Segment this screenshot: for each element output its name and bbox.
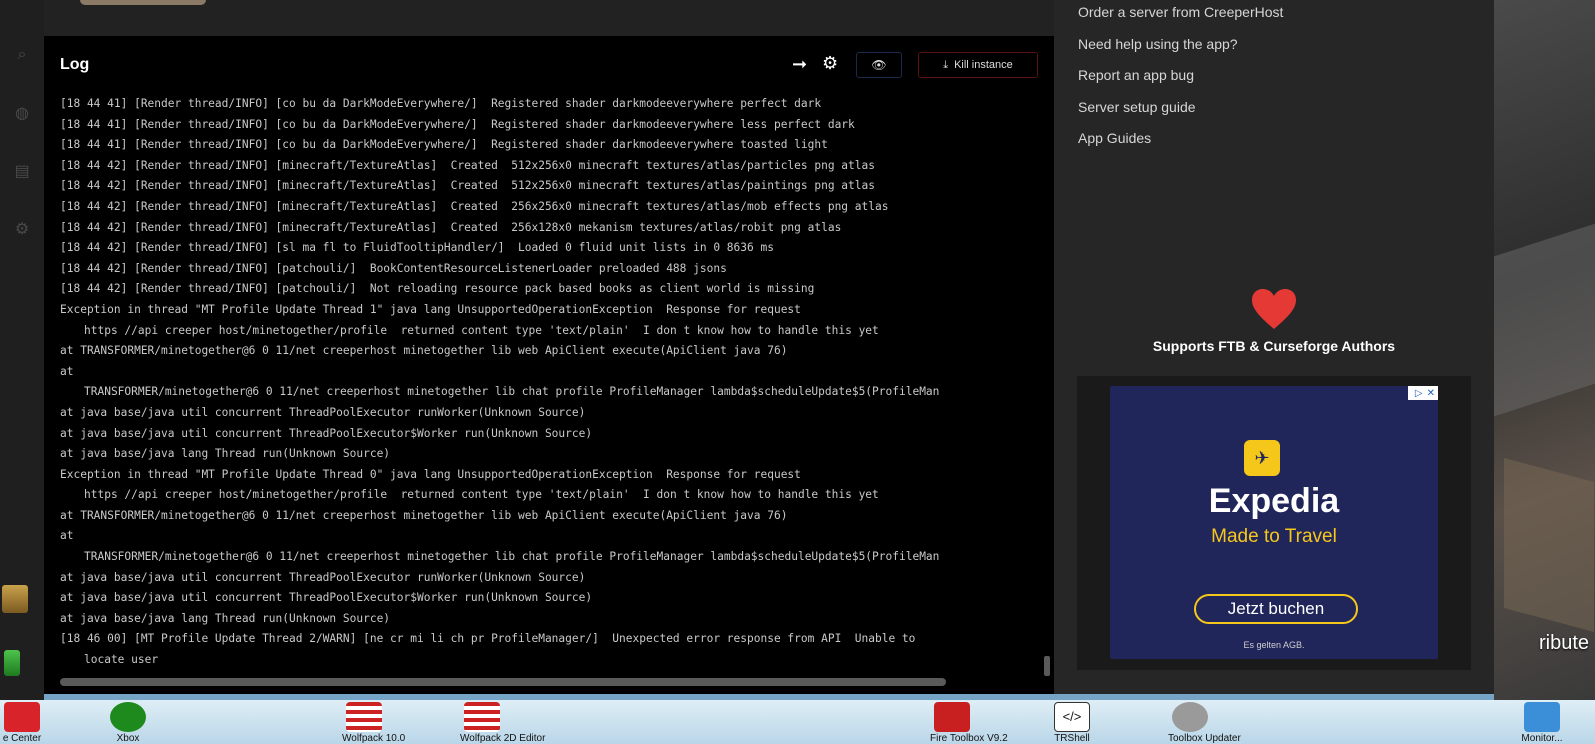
log-line: [18 44 42] [Render thread/INFO] [patchou…	[60, 261, 727, 275]
help-link-report-bug[interactable]: Report an app bug	[1078, 65, 1283, 97]
toggle-view-button[interactable]: 👁	[856, 52, 902, 78]
heart-icon	[1252, 289, 1296, 329]
desktop-icon[interactable]: Fire Toolbox V9.2	[930, 702, 1008, 744]
ad-info-icon: ▷	[1414, 387, 1423, 399]
help-link-need-help[interactable]: Need help using the app?	[1078, 34, 1283, 66]
log-line: TRANSFORMER/minetogether@6 0 11/net cree…	[84, 385, 940, 399]
log-line: at java base/java util concurrent Thread…	[60, 426, 593, 440]
eye-icon: 👁	[871, 58, 887, 72]
ad-cta-button[interactable]: Jetzt buchen	[1194, 594, 1358, 624]
log-line: [18 44 42] [Render thread/INFO] [sl ma f…	[60, 241, 774, 255]
vertical-scrollbar[interactable]	[1044, 656, 1050, 676]
log-line: [18 44 42] [Render thread/INFO] [minecra…	[60, 158, 875, 172]
desktop-window-label: ribute	[1538, 632, 1589, 654]
desktop-icon-xbox[interactable]: Xbox	[106, 702, 150, 744]
desktop-tile	[1494, 223, 1595, 417]
desktop-icon[interactable]: Toolbox Updater	[1168, 702, 1241, 744]
ad-container: ▷ ✕ ✈ Expedia Made to Travel Jetzt buche…	[1077, 376, 1471, 670]
support-panel: Order a server from CreeperHost Need hel…	[1054, 0, 1494, 694]
help-link-order-server[interactable]: Order a server from CreeperHost	[1078, 2, 1283, 34]
log-line: at java base/java util concurrent Thread…	[60, 570, 586, 584]
horizontal-scrollbar[interactable]	[60, 678, 946, 686]
desktop-icon[interactable]: </> TRShell	[1050, 702, 1094, 744]
download-icon: ⤓	[943, 58, 949, 71]
desktop-icon-row: e Center Xbox Wolfpack 10.0 Wolfpack 2D …	[0, 700, 1595, 744]
desktop-icon[interactable]: Wolfpack 2D Editor	[460, 702, 545, 744]
log-panel: Log ➞ ⚙ 👁 ⤓ Kill instance [18 44 41] [Re…	[44, 36, 1054, 694]
app-icon	[346, 702, 382, 732]
ad-close-button[interactable]: ▷ ✕	[1408, 386, 1438, 400]
log-line: TRANSFORMER/minetogether@6 0 11/net cree…	[84, 550, 940, 564]
help-links: Order a server from CreeperHost Need hel…	[1078, 2, 1283, 160]
log-header: Log ➞ ⚙ 👁 ⤓ Kill instance	[44, 36, 1054, 94]
instance-header-strip	[44, 0, 1054, 36]
log-line: [18 44 42] [Render thread/INFO] [minecra…	[60, 179, 875, 193]
app-sidebar: ⌕ ◍ ▤ ⚙	[0, 0, 44, 700]
ad-tagline: Made to Travel	[1211, 526, 1337, 547]
desktop-icon[interactable]: e Center	[0, 702, 44, 744]
log-line: at java base/java lang Thread run(Unknow…	[60, 611, 391, 625]
log-line: [18 44 42] [Render thread/INFO] [patchou…	[60, 282, 815, 296]
log-line: [18 44 41] [Render thread/INFO] [co bu d…	[60, 117, 855, 131]
support-text: Supports FTB & Curseforge Authors	[1152, 338, 1396, 354]
xbox-icon	[110, 702, 146, 732]
kill-instance-label: Kill instance	[954, 59, 1013, 71]
log-line: Exception in thread "MT Profile Update T…	[60, 467, 801, 481]
log-title: Log	[60, 56, 90, 73]
gear-icon	[1172, 702, 1208, 732]
log-line: https //api creeper host/minetogether/pr…	[84, 323, 879, 337]
modpack-avatar[interactable]	[2, 585, 28, 613]
globe-icon[interactable]: ◍	[11, 102, 33, 124]
log-line: [18 44 42] [Render thread/INFO] [minecra…	[60, 199, 889, 213]
toolbox-icon	[934, 702, 970, 732]
kill-instance-button[interactable]: ⤓ Kill instance	[918, 52, 1038, 78]
ad-brand: Expedia	[1208, 482, 1340, 520]
instance-thumbnail	[80, 0, 206, 5]
log-line: at java base/java util concurrent Thread…	[60, 591, 593, 605]
desktop-background-right: ribute	[1494, 0, 1595, 700]
log-line: at	[60, 364, 74, 378]
expedia-ad[interactable]: ▷ ✕ ✈ Expedia Made to Travel Jetzt buche…	[1110, 386, 1438, 659]
log-line: [18 46 00] [MT Profile Update Thread 2/W…	[60, 632, 916, 646]
desktop-icon[interactable]: Monitor...	[1520, 702, 1564, 744]
log-line: [18 44 41] [Render thread/INFO] [co bu d…	[60, 138, 828, 152]
modpack-avatar[interactable]	[4, 650, 20, 676]
gear-icon[interactable]: ⚙	[11, 218, 33, 240]
close-icon: ✕	[1426, 387, 1435, 399]
log-line: [18 44 41] [Render thread/INFO] [co bu d…	[60, 97, 822, 110]
log-line: at java base/java util concurrent Thread…	[60, 405, 586, 419]
desktop-tile	[1504, 457, 1594, 633]
log-output[interactable]: [18 44 41] [Render thread/INFO] [co bu d…	[60, 94, 1046, 664]
library-icon[interactable]: ▤	[11, 160, 33, 182]
plane-icon: ✈	[1244, 440, 1280, 476]
monitor-icon	[1524, 702, 1560, 732]
app-icon	[464, 702, 500, 732]
app-icon	[4, 702, 40, 732]
desktop-icon[interactable]: Wolfpack 10.0	[342, 702, 405, 744]
log-line: at java base/java lang Thread run(Unknow…	[60, 447, 391, 461]
gear-icon[interactable]: ⚙	[822, 53, 838, 74]
log-line: https //api creeper host/minetogether/pr…	[84, 488, 879, 502]
code-icon: </>	[1054, 702, 1090, 732]
log-line: [18 44 42] [Render thread/INFO] [minecra…	[60, 220, 842, 234]
log-line: locate user	[84, 653, 159, 664]
help-link-app-guides[interactable]: App Guides	[1078, 128, 1283, 160]
arrow-right-icon[interactable]: ➞	[792, 54, 807, 75]
log-line: at	[60, 529, 74, 543]
help-link-server-setup[interactable]: Server setup guide	[1078, 97, 1283, 129]
log-line: at TRANSFORMER/minetogether@6 0 11/net c…	[60, 344, 788, 358]
log-line: at TRANSFORMER/minetogether@6 0 11/net c…	[60, 508, 788, 522]
log-line: Exception in thread "MT Profile Update T…	[60, 302, 801, 316]
ad-fine-print: Es gelten AGB.	[1243, 640, 1305, 650]
search-icon[interactable]: ⌕	[11, 44, 33, 66]
